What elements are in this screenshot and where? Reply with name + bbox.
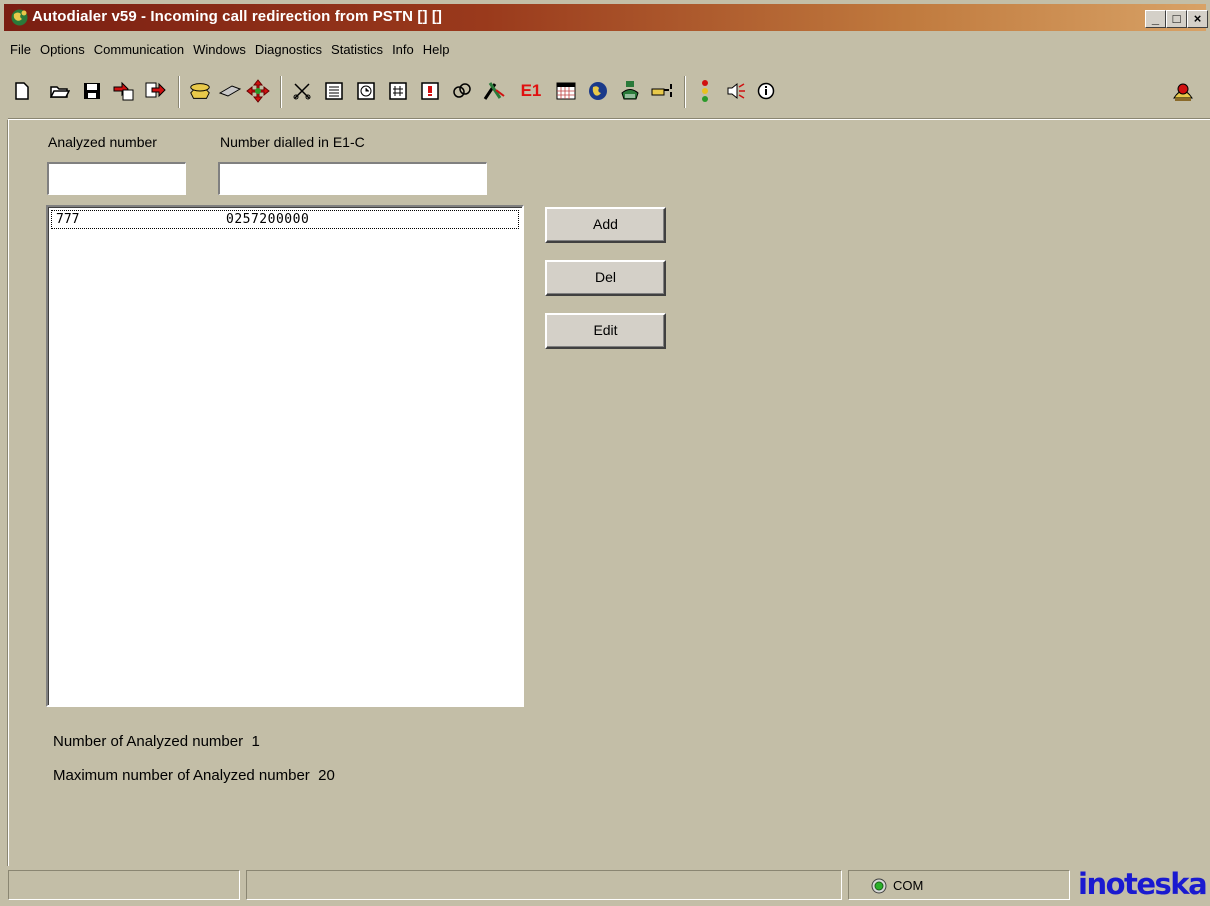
edit-button[interactable]: Edit bbox=[545, 313, 666, 349]
menu-windows[interactable]: Windows bbox=[193, 42, 246, 62]
window-title: Autodialer v59 - Incoming call redirecti… bbox=[32, 8, 443, 25]
toolbar-separator bbox=[178, 76, 180, 108]
title-bar[interactable]: Autodialer v59 - Incoming call redirecti… bbox=[4, 4, 1208, 31]
minimize-button[interactable]: _ bbox=[1145, 10, 1166, 28]
menu-info[interactable]: Info bbox=[392, 42, 414, 62]
clock-icon[interactable] bbox=[354, 78, 378, 104]
number-dialled-label: Number dialled in E1-C bbox=[220, 134, 365, 150]
analyzed-number-label: Analyzed number bbox=[48, 134, 157, 150]
count-info: Number of Analyzed number 1 bbox=[53, 733, 260, 750]
export-icon[interactable] bbox=[144, 78, 168, 104]
del-button[interactable]: Del bbox=[545, 260, 666, 296]
menu-diagnostics[interactable]: Diagnostics bbox=[255, 42, 322, 62]
app-globe-icon bbox=[11, 9, 28, 26]
com-status-icon bbox=[871, 878, 887, 894]
inoteska-logo: inoteska bbox=[1078, 867, 1208, 901]
info-icon[interactable] bbox=[754, 78, 778, 104]
list-item-dialled: 0257200000 bbox=[226, 212, 310, 227]
link-icon[interactable] bbox=[450, 78, 474, 104]
toolbar-separator bbox=[280, 76, 282, 108]
menu-file[interactable]: File bbox=[10, 42, 31, 62]
maximize-icon: □ bbox=[1172, 11, 1181, 26]
save-icon[interactable] bbox=[80, 78, 104, 104]
com-label: COM bbox=[893, 878, 924, 893]
maximize-button[interactable]: □ bbox=[1166, 10, 1187, 28]
max-label: Maximum number of Analyzed number bbox=[53, 767, 310, 784]
count-value: 1 bbox=[251, 733, 260, 750]
status-pane-com: COM bbox=[848, 870, 1070, 900]
close-button[interactable]: × bbox=[1187, 10, 1208, 28]
analyzed-number-input[interactable] bbox=[47, 162, 186, 195]
new-document-icon[interactable] bbox=[10, 78, 34, 104]
e1-icon[interactable]: E1 bbox=[516, 78, 546, 104]
globe-icon[interactable] bbox=[586, 78, 610, 104]
grid-icon[interactable] bbox=[554, 78, 578, 104]
list-item[interactable]: 777 0257200000 bbox=[51, 210, 519, 229]
sound-icon[interactable] bbox=[724, 78, 748, 104]
phone-icon[interactable] bbox=[188, 78, 212, 104]
menu-options[interactable]: Options bbox=[40, 42, 85, 62]
alert-doc-icon[interactable] bbox=[418, 78, 442, 104]
number-dialled-input[interactable] bbox=[218, 162, 487, 195]
list-item-analyzed: 777 bbox=[56, 212, 80, 227]
status-pane-1 bbox=[8, 870, 240, 900]
toolbar-separator bbox=[684, 76, 686, 108]
help-icon[interactable] bbox=[1171, 78, 1195, 104]
menu-communication[interactable]: Communication bbox=[94, 42, 184, 62]
toolbar: E1 bbox=[0, 72, 1210, 116]
count-label: Number of Analyzed number bbox=[53, 733, 244, 750]
redirection-list[interactable]: 777 0257200000 bbox=[46, 205, 524, 707]
max-value: 20 bbox=[318, 767, 335, 784]
max-info: Maximum number of Analyzed number 20 bbox=[53, 767, 335, 784]
open-folder-icon[interactable] bbox=[48, 78, 72, 104]
menu-statistics[interactable]: Statistics bbox=[331, 42, 383, 62]
move-arrows-icon[interactable] bbox=[246, 78, 270, 104]
client-frame bbox=[7, 120, 9, 866]
toolbar-divider bbox=[8, 118, 1210, 120]
hash-icon[interactable] bbox=[386, 78, 410, 104]
status-pane-2 bbox=[246, 870, 842, 900]
scissors-icon[interactable] bbox=[290, 78, 314, 104]
menu-bar: File Options Communication Windows Diagn… bbox=[10, 42, 459, 62]
cli-phone-icon[interactable] bbox=[618, 78, 642, 104]
close-icon: × bbox=[1193, 11, 1202, 26]
minimize-icon: _ bbox=[1151, 11, 1160, 26]
traffic-light-icon[interactable] bbox=[693, 78, 717, 104]
import-icon[interactable] bbox=[112, 78, 136, 104]
tools-icon[interactable] bbox=[482, 78, 506, 104]
status-bar: COM inoteska bbox=[8, 866, 1210, 906]
add-button[interactable]: Add bbox=[545, 207, 666, 243]
pointer-icon[interactable] bbox=[650, 78, 674, 104]
calendar-icon[interactable] bbox=[322, 78, 346, 104]
app-window: Autodialer v59 - Incoming call redirecti… bbox=[0, 0, 1210, 906]
menu-help[interactable]: Help bbox=[423, 42, 450, 62]
chip-icon[interactable] bbox=[218, 78, 242, 104]
